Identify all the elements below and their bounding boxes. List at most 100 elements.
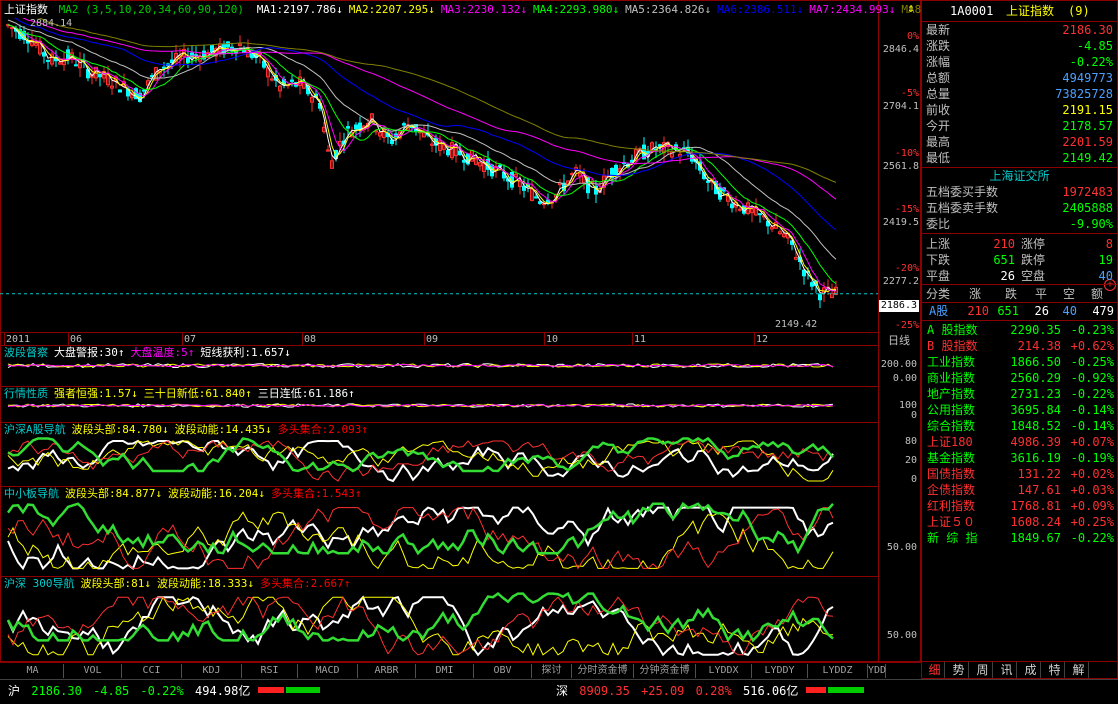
sidebar-tab[interactable]: 势 xyxy=(949,662,969,678)
candle-body xyxy=(614,164,618,177)
indicator-line xyxy=(7,596,834,657)
candle-body xyxy=(390,139,394,144)
indicator-tab[interactable]: 分钟资金博 xyxy=(634,664,696,678)
candle-body xyxy=(118,89,122,93)
indicator-plot[interactable] xyxy=(0,436,878,486)
sh-summary[interactable]: 沪 2186.30 -4.85 -0.22% 494.98亿 xyxy=(8,684,250,698)
sidebar-tab[interactable]: 解 xyxy=(1069,662,1089,678)
month-axis-line xyxy=(0,332,878,333)
index-row[interactable]: A 股指数 2290.35 -0.23% xyxy=(923,322,1116,338)
sidebar-tab[interactable]: 讯 xyxy=(997,662,1017,678)
ma-item: MA6:2386.511↓ xyxy=(717,3,804,16)
candlestick-chart[interactable] xyxy=(0,18,878,318)
candle-body xyxy=(758,213,762,216)
index-row[interactable]: 商业指数 2560.29 -0.92% xyxy=(923,370,1116,386)
indicator-tab[interactable]: LYDDZ xyxy=(808,664,868,678)
breadth-value: 8 xyxy=(1105,237,1113,251)
indicator-plot[interactable] xyxy=(0,359,878,385)
settings-arrow-icon[interactable]: ⇕ xyxy=(904,2,918,15)
index-change: +0.62% xyxy=(1070,339,1114,353)
main-chart-header: 上证指数 MA2 (3,5,10,20,34,60,90,120) MA1:21… xyxy=(4,3,968,16)
quote-value: -0.22% xyxy=(1069,55,1113,69)
indicator-tab[interactable]: MACD xyxy=(298,664,358,678)
quote-key: 总额 xyxy=(926,71,951,85)
table-header-cell: 空 xyxy=(1063,287,1076,301)
month-tick xyxy=(544,333,545,345)
index-name: 红利指数 xyxy=(927,499,976,513)
sidebar-tab[interactable]: 特 xyxy=(1045,662,1065,678)
indicator-tab[interactable]: MA xyxy=(2,664,64,678)
indicator-tab[interactable]: CCI xyxy=(122,664,182,678)
index-row[interactable]: 综合指数 1848.52 -0.14% xyxy=(923,418,1116,434)
index-row[interactable]: 企债指数 147.61 +0.03% xyxy=(923,482,1116,498)
sidebar-tab[interactable]: 周 xyxy=(973,662,993,678)
table-header-cell: 额 xyxy=(1091,287,1104,301)
index-change: -0.14% xyxy=(1070,403,1114,417)
indicator-tab[interactable]: LYDDY xyxy=(752,664,808,678)
index-row[interactable]: 地产指数 2731.23 -0.22% xyxy=(923,386,1116,402)
index-change: +0.03% xyxy=(1070,483,1114,497)
table-header-cell: 分类 xyxy=(926,287,951,301)
index-price: 1849.67 xyxy=(1010,531,1061,545)
indicator-title[interactable]: 沪深 300导航 xyxy=(4,577,75,590)
category-table-row[interactable]: A股 210 651 26 40 479 xyxy=(923,303,1116,319)
indicator-value: 波段头部:84.877↓ xyxy=(65,487,162,500)
ma-item: MA1:2197.786↓ xyxy=(256,3,343,16)
indicator-plot[interactable] xyxy=(0,590,878,662)
chart-divider xyxy=(878,0,879,662)
indicator-title[interactable]: 中小板导航 xyxy=(4,487,59,500)
period-label[interactable]: 日线 xyxy=(888,334,910,347)
indicator-tab[interactable]: RSI xyxy=(242,664,298,678)
quote-key: 最高 xyxy=(926,135,951,149)
breadth-key: 空盘 xyxy=(1021,269,1046,283)
index-row[interactable]: 上证５０ 1608.24 +0.25% xyxy=(923,514,1116,530)
indicator-title[interactable]: 波段督察 xyxy=(4,346,48,359)
sz-pct: 0.28% xyxy=(695,684,732,698)
candle-body xyxy=(226,41,230,48)
index-row[interactable]: 公用指数 3695.84 -0.14% xyxy=(923,402,1116,418)
index-row[interactable]: B 股指数 214.38 +0.62% xyxy=(923,338,1116,354)
indicator-value: 三日连低:61.186↑ xyxy=(257,387,355,400)
sz-summary[interactable]: 深 8909.35 +25.09 0.28% 516.06亿 xyxy=(556,684,798,698)
index-row[interactable]: 工业指数 1866.50 -0.25% xyxy=(923,354,1116,370)
index-row[interactable]: 新 综 指 1849.67 -0.22% xyxy=(923,530,1116,546)
table-cell: 26 xyxy=(1034,304,1049,318)
indicator-title[interactable]: 沪深A股导航 xyxy=(4,423,66,436)
indicator-tab[interactable]: LYDDX xyxy=(696,664,752,678)
sidebar-tab[interactable]: 细 xyxy=(925,662,945,678)
month-label: 06 xyxy=(70,334,83,345)
indicator-tab[interactable]: DMI xyxy=(416,664,474,678)
index-row[interactable]: 基金指数 3616.19 -0.19% xyxy=(923,450,1116,466)
indicator-value: 三十日新低:61.840↑ xyxy=(143,387,252,400)
index-row[interactable]: 国债指数 131.22 +0.02% xyxy=(923,466,1116,482)
index-row[interactable]: 红利指数 1768.81 +0.09% xyxy=(923,498,1116,514)
indicator-plot[interactable] xyxy=(0,400,878,422)
indicator-tab[interactable]: OBV xyxy=(474,664,532,678)
index-price: 1848.52 xyxy=(1010,419,1061,433)
breadth-row: 上涨 210 涨停 8 xyxy=(923,236,1116,252)
indicator-title[interactable]: 行情性质 xyxy=(4,387,48,400)
candle-body xyxy=(738,208,742,211)
chart-title: 上证指数 xyxy=(4,3,48,16)
indicator-tab[interactable]: KDJ xyxy=(182,664,242,678)
indicator-value: 波段动能:14.435↓ xyxy=(174,423,272,436)
indicator-plot[interactable] xyxy=(0,500,878,576)
sidebar-tab[interactable]: 成 xyxy=(1021,662,1041,678)
indicator-tab[interactable]: ARBR xyxy=(358,664,416,678)
indicator-tab[interactable]: VOL xyxy=(64,664,122,678)
ma-params: MA2 (3,5,10,20,34,60,90,120) xyxy=(58,3,245,16)
ma-item: MA4:2293.980↓ xyxy=(532,3,620,16)
quote-value: 2149.42 xyxy=(1062,151,1113,165)
indicator-tab[interactable]: YDD xyxy=(868,664,886,678)
book-value: 1972483 xyxy=(1062,185,1113,199)
book-value: -9.90% xyxy=(1069,217,1113,231)
candle-body xyxy=(802,269,806,277)
index-row[interactable]: 上证180 4986.39 +0.07% xyxy=(923,434,1116,450)
index-change: -0.14% xyxy=(1070,419,1114,433)
month-tick xyxy=(182,333,183,345)
indicator-axis-label: 0 xyxy=(910,410,917,421)
index-name: 公用指数 xyxy=(927,403,976,417)
indicator-tab[interactable]: 探讨 xyxy=(532,664,572,678)
indicator-tab[interactable]: 分时资金博 xyxy=(572,664,634,678)
indicator-header: 沪深 300导航 波段头部:81↓ 波段动能:18.333↓ 多头集合:2.667↑ xyxy=(4,577,350,590)
